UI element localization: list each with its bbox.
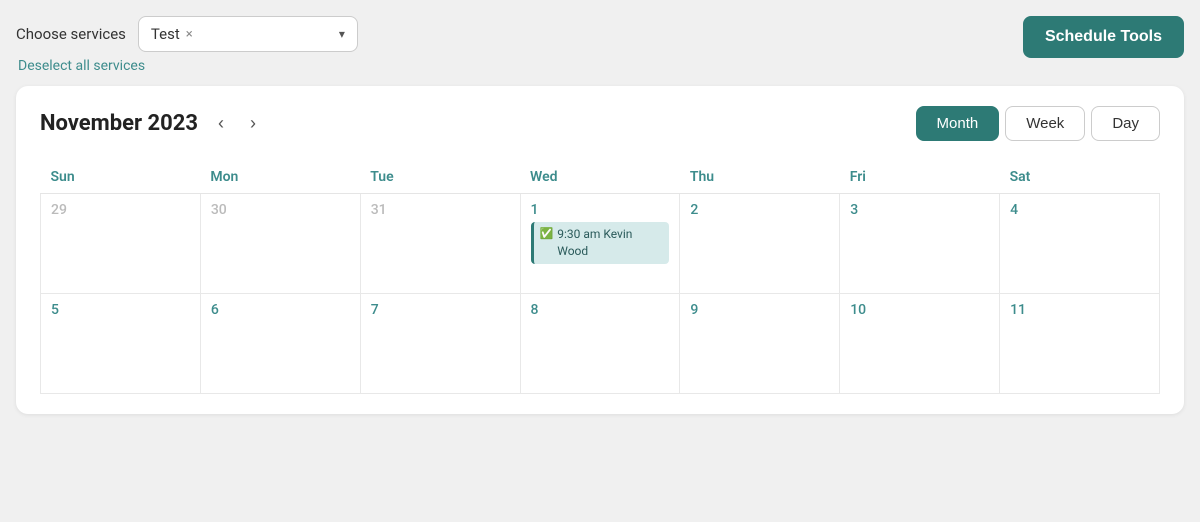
- calendar-day-31[interactable]: 31: [360, 194, 520, 294]
- calendar-day-1[interactable]: 1 ✅ 9:30 am Kevin Wood: [520, 194, 680, 294]
- weekday-mon: Mon: [200, 161, 360, 194]
- schedule-tools-button[interactable]: Schedule Tools: [1023, 16, 1184, 58]
- calendar-day-5[interactable]: 5: [41, 294, 201, 394]
- selected-service-name: Test: [151, 25, 180, 43]
- day-number: 7: [371, 302, 510, 318]
- calendar-day-4[interactable]: 4: [1000, 194, 1160, 294]
- weekday-fri: Fri: [840, 161, 1000, 194]
- calendar-day-2[interactable]: 2: [680, 194, 840, 294]
- service-dropdown[interactable]: Test × ▾: [138, 16, 358, 52]
- calendar-title-group: November 2023 ‹ ›: [40, 111, 262, 136]
- day-number: 6: [211, 302, 350, 318]
- calendar-week-1: 29 30 31 1 ✅ 9:30 am Kevin Wood 2: [41, 194, 1160, 294]
- prev-month-button[interactable]: ‹: [212, 111, 230, 136]
- calendar-day-6[interactable]: 6: [200, 294, 360, 394]
- day-number: 29: [51, 202, 190, 218]
- weekday-sat: Sat: [1000, 161, 1160, 194]
- calendar-table: Sun Mon Tue Wed Thu Fri Sat 29 30 31: [40, 161, 1160, 394]
- event-check-icon: ✅: [540, 227, 554, 240]
- deselect-all-link[interactable]: Deselect all services: [18, 58, 358, 74]
- event-block[interactable]: ✅ 9:30 am Kevin Wood: [531, 222, 670, 264]
- calendar-container: November 2023 ‹ › Month Week Day Sun Mon…: [16, 86, 1184, 414]
- calendar-header: November 2023 ‹ › Month Week Day: [40, 106, 1160, 141]
- view-toggle: Month Week Day: [916, 106, 1160, 141]
- calendar-day-3[interactable]: 3: [840, 194, 1000, 294]
- top-bar: Choose services Test × ▾ Deselect all se…: [16, 16, 1184, 74]
- day-number: 30: [211, 202, 350, 218]
- calendar-day-10[interactable]: 10: [840, 294, 1000, 394]
- day-number: 1: [531, 202, 670, 218]
- event-label: 9:30 am Kevin Wood: [557, 226, 663, 260]
- week-view-button[interactable]: Week: [1005, 106, 1085, 141]
- remove-service-button[interactable]: ×: [186, 27, 193, 42]
- weekday-thu: Thu: [680, 161, 840, 194]
- day-number: 4: [1010, 202, 1149, 218]
- day-number: 5: [51, 302, 190, 318]
- top-left-section: Choose services Test × ▾ Deselect all se…: [16, 16, 358, 74]
- day-number: 31: [371, 202, 510, 218]
- weekday-tue: Tue: [360, 161, 520, 194]
- next-month-button[interactable]: ›: [244, 111, 262, 136]
- day-number: 10: [850, 302, 989, 318]
- day-number: 8: [531, 302, 670, 318]
- calendar-day-11[interactable]: 11: [1000, 294, 1160, 394]
- day-view-button[interactable]: Day: [1091, 106, 1160, 141]
- calendar-day-8[interactable]: 8: [520, 294, 680, 394]
- calendar-day-9[interactable]: 9: [680, 294, 840, 394]
- calendar-day-30[interactable]: 30: [200, 194, 360, 294]
- month-view-button[interactable]: Month: [916, 106, 1000, 141]
- calendar-day-7[interactable]: 7: [360, 294, 520, 394]
- calendar-week-2: 5 6 7 8 9 10 11: [41, 294, 1160, 394]
- weekday-sun: Sun: [41, 161, 201, 194]
- calendar-month-title: November 2023: [40, 111, 198, 136]
- calendar-weekday-header: Sun Mon Tue Wed Thu Fri Sat: [41, 161, 1160, 194]
- day-number: 3: [850, 202, 989, 218]
- selected-service-tag: Test ×: [151, 25, 193, 43]
- day-number: 2: [690, 202, 829, 218]
- calendar-day-29[interactable]: 29: [41, 194, 201, 294]
- weekday-wed: Wed: [520, 161, 680, 194]
- service-selector-row: Choose services Test × ▾: [16, 16, 358, 52]
- choose-services-label: Choose services: [16, 25, 126, 43]
- day-number: 9: [690, 302, 829, 318]
- day-number: 11: [1010, 302, 1149, 318]
- dropdown-chevron-icon: ▾: [339, 27, 345, 41]
